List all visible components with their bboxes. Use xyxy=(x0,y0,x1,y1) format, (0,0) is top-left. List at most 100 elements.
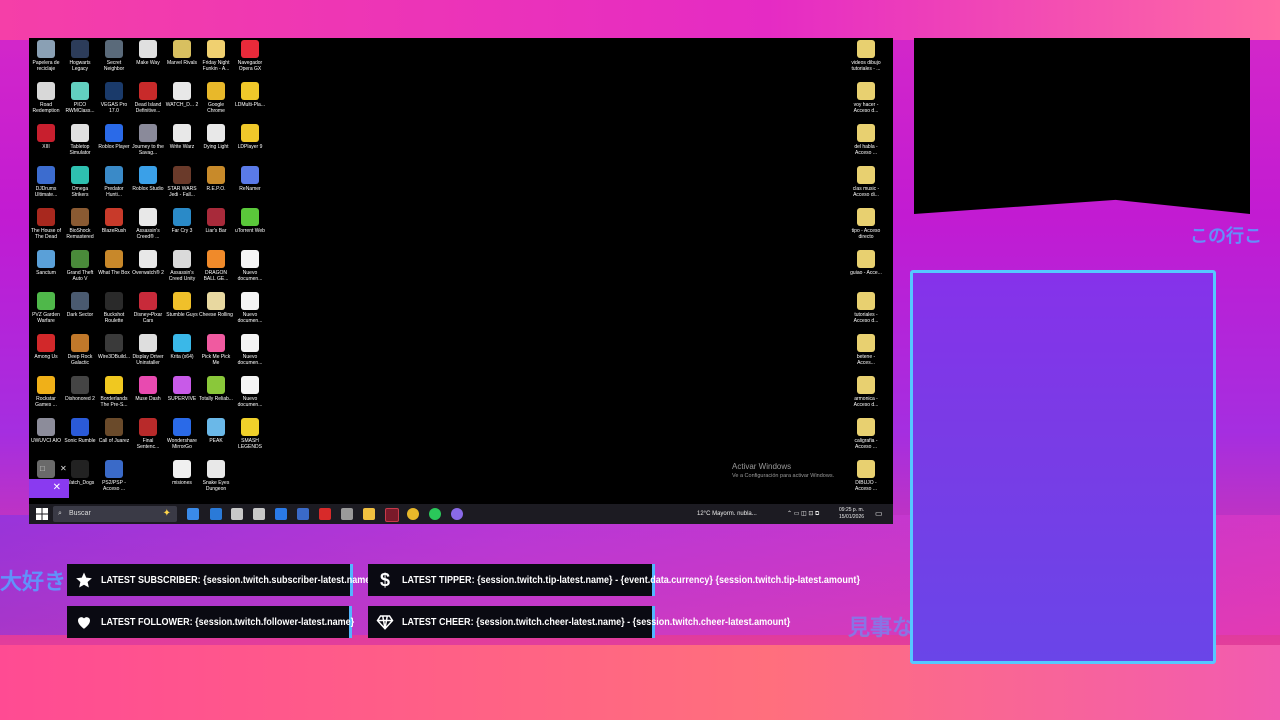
desktop-icon[interactable]: PS2/PSP - Acceso ... xyxy=(97,460,131,492)
task-view-icon[interactable] xyxy=(187,508,199,520)
desktop-shortcut-icon[interactable]: guiao - Acce... xyxy=(849,250,883,276)
desktop-icon[interactable]: Roblox Studio xyxy=(131,166,165,192)
desktop-icon[interactable]: uTorrent Web xyxy=(233,208,267,234)
desktop-icon[interactable]: Far Cry 3 xyxy=(165,208,199,234)
weather-widget[interactable]: 12°C Mayorm. nubla... xyxy=(697,504,757,524)
app-icon-1[interactable] xyxy=(231,508,243,520)
desktop-icon[interactable]: What The Box xyxy=(97,250,131,276)
taskbar-search-box[interactable]: ⌕ Buscar ✦ xyxy=(53,506,177,522)
desktop-shortcut-icon[interactable]: DIBUJO - Acceso ... xyxy=(849,460,883,492)
app-icon-7[interactable] xyxy=(451,508,463,520)
desktop-icon[interactable]: Krita (x64) xyxy=(165,334,199,360)
obs-icon[interactable] xyxy=(385,508,399,522)
desktop-icon[interactable]: PVZ Garden Warfare xyxy=(29,292,63,324)
desktop-icon[interactable]: Friday Night Funkin - A... xyxy=(199,40,233,72)
app-icon-2[interactable] xyxy=(253,508,265,520)
desktop-icon[interactable]: LDMulti-Pla... xyxy=(233,82,267,108)
desktop-icon[interactable]: DJDrums Ultimate... xyxy=(29,166,63,198)
desktop-icon[interactable]: Nuevo documen... xyxy=(233,334,267,366)
desktop-icon[interactable]: ReNamer xyxy=(233,166,267,192)
app-icon-3[interactable] xyxy=(275,508,287,520)
desktop-icon[interactable]: Nuevo documen... xyxy=(233,250,267,282)
desktop-icon[interactable]: Tabletop Simulator xyxy=(63,124,97,156)
desktop-icon[interactable]: Wondershare MirrorGo xyxy=(165,418,199,450)
desktop-icon[interactable]: Stumble Guys xyxy=(165,292,199,318)
desktop-icon[interactable]: Make Way xyxy=(131,40,165,66)
desktop-icon[interactable]: R.E.P.O. xyxy=(199,166,233,192)
desktop-icon[interactable]: Dead Island Definitive... xyxy=(131,82,165,114)
whatsapp-icon[interactable] xyxy=(429,508,441,520)
desktop-shortcut-icon[interactable]: tipo - Acceso directo xyxy=(849,208,883,240)
desktop-icon[interactable]: Write Warz xyxy=(165,124,199,150)
desktop-icon[interactable]: Omega Strikers xyxy=(63,166,97,198)
desktop-icon[interactable]: Call of Juarez xyxy=(97,418,131,444)
desktop-icon[interactable]: XIII xyxy=(29,124,63,150)
desktop-icon[interactable]: Grand Theft Auto V xyxy=(63,250,97,282)
desktop-icon[interactable]: Marvel Rivals xyxy=(165,40,199,66)
desktop-icon[interactable]: Snake Eyes Dungeon xyxy=(199,460,233,492)
file-explorer-icon[interactable] xyxy=(363,508,375,520)
desktop-icon[interactable]: BlazeRush xyxy=(97,208,131,234)
desktop-shortcut-icon[interactable]: del habla - Acceso ... xyxy=(849,124,883,156)
desktop-icon[interactable]: Predator Hunti... xyxy=(97,166,131,198)
desktop-icon[interactable]: Dishonored 2 xyxy=(63,376,97,402)
desktop-icon[interactable]: Deep Rock Galactic xyxy=(63,334,97,366)
desktop-shortcut-icon[interactable]: betene - Acces... xyxy=(849,334,883,366)
notifications-icon[interactable]: ▭ xyxy=(875,504,883,524)
desktop-icon[interactable]: Buckshot Roulette xyxy=(97,292,131,324)
app-icon-5[interactable] xyxy=(319,508,331,520)
system-tray-icons[interactable]: ⌃ ▭ ◫ ⊡ ⧉ xyxy=(787,504,819,524)
desktop-icon[interactable]: Journey to the Savag... xyxy=(131,124,165,156)
desktop-icon[interactable]: Pick Me Pick Me xyxy=(199,334,233,366)
desktop-icon[interactable]: Secret Neighbor xyxy=(97,40,131,72)
desktop-icon[interactable]: Dark Sector xyxy=(63,292,97,318)
desktop-icon[interactable]: Road Redemption xyxy=(29,82,63,114)
desktop-shortcut-icon[interactable]: tutoriales - Acceso d... xyxy=(849,292,883,324)
desktop-icon[interactable]: Among Us xyxy=(29,334,63,360)
desktop-icon[interactable]: BioShock Remastered xyxy=(63,208,97,240)
desktop-icon[interactable]: Borderlands The Pre-S... xyxy=(97,376,131,408)
mini-close-icon[interactable]: ✕ xyxy=(60,464,67,473)
desktop-icon[interactable]: Wire3DBuild... xyxy=(97,334,131,360)
desktop-icon[interactable]: Dying Light xyxy=(199,124,233,150)
windows-start-icon[interactable] xyxy=(36,508,48,520)
desktop-icon[interactable]: VEGAS Pro 17.0 xyxy=(97,82,131,114)
desktop-shortcut-icon[interactable]: armonica - Acceso d... xyxy=(849,376,883,408)
desktop-icon[interactable]: Rockstar Games ... xyxy=(29,376,63,408)
desktop-icon[interactable]: Assassin's Creed Unity xyxy=(165,250,199,282)
desktop-icon[interactable]: SUPERVIVE xyxy=(165,376,199,402)
desktop-icon[interactable]: Papelera de reciclaje xyxy=(29,40,63,72)
desktop-icon[interactable]: misiones xyxy=(165,460,199,486)
desktop-icon[interactable]: Display Driver Uninstaller xyxy=(131,334,165,366)
desktop-shortcut-icon[interactable]: videos dibujo tutoriales - ... xyxy=(849,40,883,72)
desktop-icon[interactable]: STAR WARS Jedi - Fall... xyxy=(165,166,199,198)
purple-close-button[interactable]: ✕ xyxy=(29,479,69,498)
desktop-icon[interactable]: PEAK xyxy=(199,418,233,444)
desktop-icon[interactable]: Disney•Pixar Cars xyxy=(131,292,165,324)
desktop-icon[interactable]: Liar's Bar xyxy=(199,208,233,234)
desktop-icon[interactable]: The House of The Dead xyxy=(29,208,63,240)
desktop-shortcut-icon[interactable]: voy hacer - Acceso d... xyxy=(849,82,883,114)
edge-icon[interactable] xyxy=(210,508,222,520)
desktop-shortcut-icon[interactable]: caligrafia - Acceso ... xyxy=(849,418,883,450)
desktop-icon[interactable]: Google Chrome xyxy=(199,82,233,114)
chrome-icon[interactable] xyxy=(407,508,419,520)
desktop-icon[interactable]: DRAGON BALL GE... xyxy=(199,250,233,282)
desktop-icon[interactable]: Assassin's Creed® ... xyxy=(131,208,165,240)
desktop-icon[interactable]: Muse Dash xyxy=(131,376,165,402)
app-icon-6[interactable] xyxy=(341,508,353,520)
desktop-icon[interactable]: PICO RWMClass... xyxy=(63,82,97,114)
desktop-icon[interactable]: Roblox Player xyxy=(97,124,131,150)
desktop-icon[interactable]: Totally Reliab... xyxy=(199,376,233,402)
desktop-icon[interactable]: LDPlayer 9 xyxy=(233,124,267,150)
desktop-icon[interactable]: UWUVCI AIO xyxy=(29,418,63,444)
desktop-icon[interactable]: Sanctum xyxy=(29,250,63,276)
desktop-icon[interactable]: Sonic Rumble xyxy=(63,418,97,444)
mini-maximize-icon[interactable]: □ xyxy=(40,464,45,473)
taskbar-clock[interactable]: 09:25 p. m. 15/01/2026 xyxy=(839,507,864,521)
app-icon-4[interactable] xyxy=(297,508,309,520)
desktop-icon[interactable]: Cheese Rolling xyxy=(199,292,233,318)
desktop-icon[interactable]: Navegador Opera GX xyxy=(233,40,267,72)
desktop-icon[interactable]: Final Sentenc... xyxy=(131,418,165,450)
desktop-icon[interactable]: Nuevo documen... xyxy=(233,376,267,408)
